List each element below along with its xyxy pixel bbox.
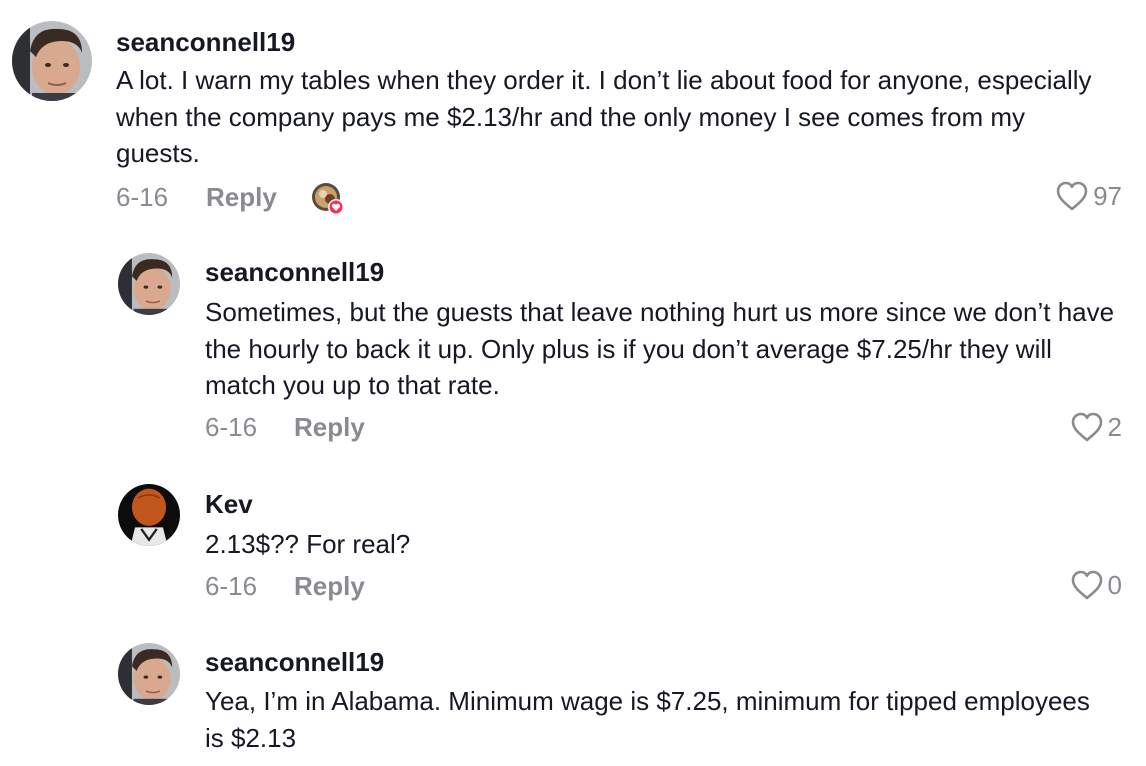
comment-username[interactable]: Kev (205, 489, 253, 520)
comment-text: Sometimes, but the guests that leave not… (205, 297, 1115, 400)
heart-icon (1071, 412, 1102, 442)
avatar[interactable] (118, 643, 180, 705)
like-button[interactable]: 2 (1070, 411, 1122, 443)
avatar[interactable] (118, 253, 180, 315)
heart-icon (1056, 181, 1088, 211)
avatar[interactable] (12, 21, 92, 101)
reply-button[interactable]: Reply (294, 571, 365, 602)
like-count: 97 (1093, 180, 1122, 211)
comment-date: 6-16 (205, 571, 258, 601)
reply-button[interactable]: Reply (206, 182, 277, 213)
comment-date: 6-16 (205, 412, 258, 442)
comment-date: 6-16 (116, 182, 169, 212)
comment-username[interactable]: seanconnell19 (205, 257, 384, 288)
comment-text: A lot. I warn my tables when they order … (116, 65, 1092, 168)
comment-username[interactable]: seanconnell19 (205, 647, 384, 678)
like-count: 2 (1107, 411, 1122, 442)
reply-button[interactable]: Reply (294, 412, 365, 443)
like-button[interactable]: 0 (1070, 569, 1122, 601)
like-button[interactable]: 97 (1055, 180, 1122, 212)
comment-username[interactable]: seanconnell19 (116, 27, 295, 58)
creator-liked-avatar-icon (311, 182, 345, 216)
comment-text: 2.13$?? For real? (205, 529, 411, 559)
like-count: 0 (1107, 569, 1122, 600)
heart-icon (1071, 570, 1102, 600)
avatar[interactable] (118, 484, 180, 546)
comment-text: Yea, I’m in Alabama. Minimum wage is $7.… (205, 686, 1090, 753)
